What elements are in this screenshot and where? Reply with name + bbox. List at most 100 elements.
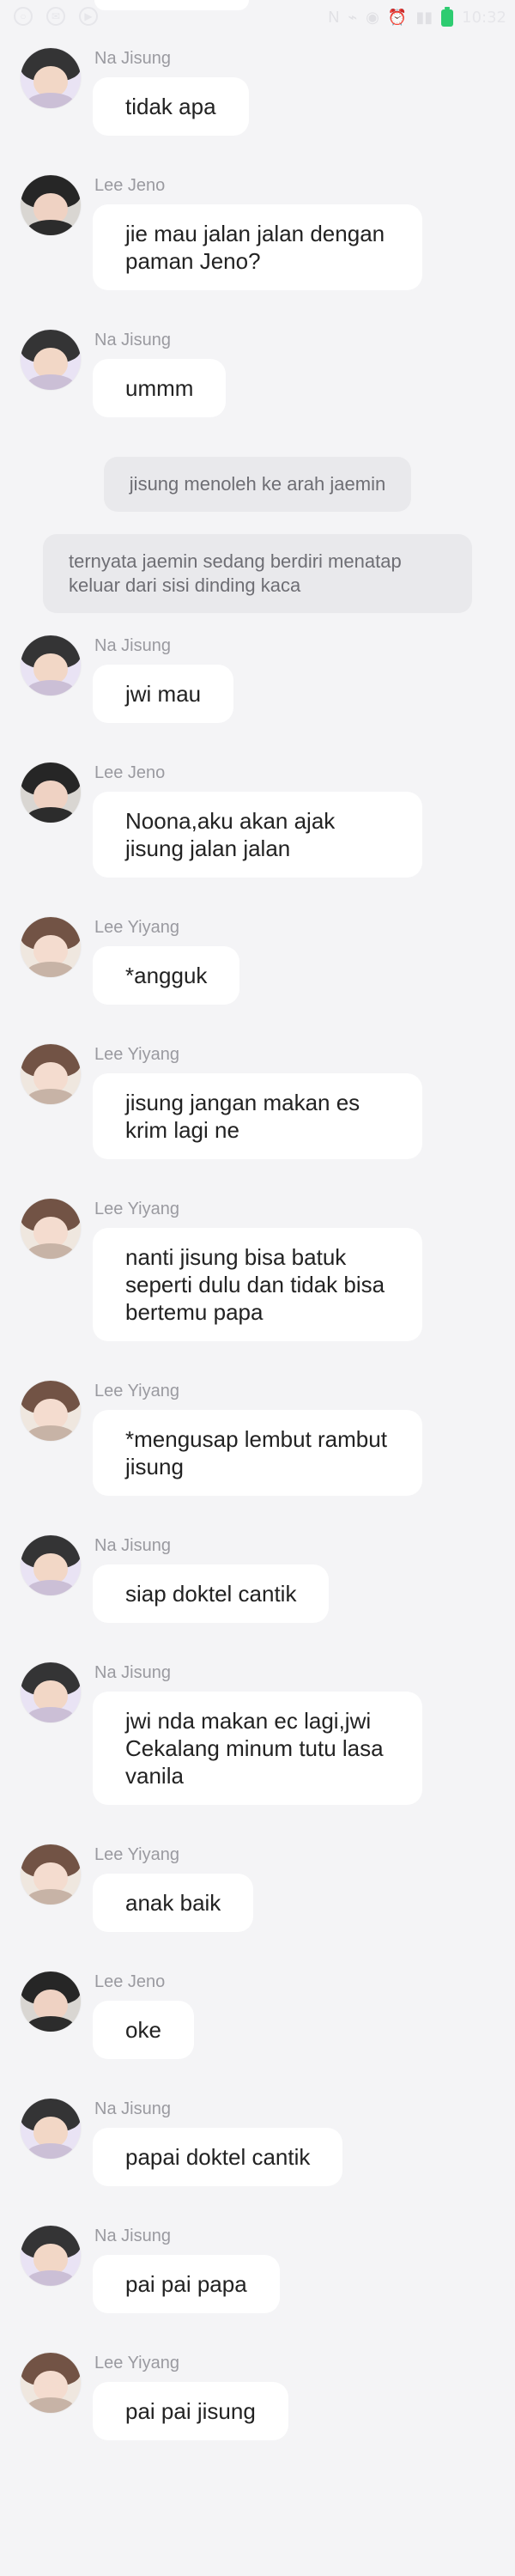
- chat-message: Na Jisung siap doktel cantik: [21, 1535, 494, 1623]
- message-content: Lee Yiyang *mengusap lembut rambut jisun…: [93, 1381, 422, 1496]
- chat-thread: Na Jisung tidak apa Lee Jeno jie mau jal…: [0, 48, 515, 2440]
- message-content: Na Jisung jwi mau: [93, 635, 234, 723]
- avatar[interactable]: [21, 2226, 81, 2286]
- avatar-shoulders: [27, 961, 75, 977]
- sender-name: Na Jisung: [94, 2099, 171, 2118]
- chat-message: Na Jisung jwi mau: [21, 635, 494, 723]
- avatar[interactable]: [21, 330, 81, 390]
- avatar[interactable]: [21, 1844, 81, 1905]
- message-content: Lee Jeno jie mau jalan jalan dengan pama…: [93, 175, 422, 290]
- avatar-shoulders: [27, 92, 75, 108]
- chat-message: Lee Yiyang pai pai jisung: [21, 2353, 494, 2440]
- avatar[interactable]: [21, 762, 81, 823]
- chat-message: Lee Yiyang nanti jisung bisa batuk seper…: [21, 1199, 494, 1341]
- avatar[interactable]: [21, 2353, 81, 2413]
- message-content: Lee Jeno oke: [93, 1971, 194, 2059]
- battery-icon: [441, 6, 454, 27]
- message-content: Lee Yiyang *angguk: [93, 917, 240, 1005]
- avatar[interactable]: [21, 1044, 81, 1104]
- avatar[interactable]: [21, 1199, 81, 1259]
- sender-name: Na Jisung: [94, 331, 171, 349]
- avatar-shoulders: [27, 1425, 75, 1441]
- status-bar: ○ ✉ ▶ N ⌁ ◉ ⏰ ▮▮ 10:32: [0, 0, 515, 34]
- message-content: Lee Yiyang pai pai jisung: [93, 2353, 288, 2440]
- message-content: Na Jisung jwi nda makan ec lagi,jwi Ceka…: [93, 1662, 422, 1805]
- message-content: Na Jisung tidak apa: [93, 48, 249, 136]
- sender-name: Lee Yiyang: [94, 2354, 179, 2372]
- message-bubble[interactable]: siap doktel cantik: [93, 1564, 330, 1623]
- clock-time: 10:32: [462, 9, 506, 27]
- message-content: Na Jisung siap doktel cantik: [93, 1535, 330, 1623]
- wifi-icon: ⌁: [348, 9, 358, 26]
- avatar-shoulders: [27, 219, 75, 235]
- avatar[interactable]: [21, 2099, 81, 2159]
- circle-icon: ○: [14, 7, 33, 26]
- message-content: Lee Yiyang nanti jisung bisa batuk seper…: [93, 1199, 422, 1341]
- message-bubble[interactable]: oke: [93, 2001, 194, 2059]
- avatar-shoulders: [27, 2015, 75, 2032]
- sender-name: Na Jisung: [94, 1663, 171, 1682]
- avatar[interactable]: [21, 175, 81, 235]
- avatar-shoulders: [27, 374, 75, 390]
- message-bubble[interactable]: jie mau jalan jalan dengan paman Jeno?: [93, 204, 422, 290]
- avatar[interactable]: [21, 48, 81, 108]
- avatar[interactable]: [21, 1971, 81, 2032]
- message-bubble[interactable]: jwi mau: [93, 665, 234, 723]
- sender-name: Na Jisung: [94, 1536, 171, 1555]
- sender-name: Lee Jeno: [94, 763, 166, 782]
- chat-message: Lee Yiyang *mengusap lembut rambut jisun…: [21, 1381, 494, 1496]
- message-bubble[interactable]: pai pai jisung: [93, 2382, 288, 2440]
- message-content: Na Jisung pai pai papa: [93, 2226, 280, 2313]
- message-content: Lee Yiyang anak baik: [93, 1844, 254, 1932]
- avatar-shoulders: [27, 1088, 75, 1104]
- narration-bubble: jisung menoleh ke arah jaemin: [103, 457, 412, 512]
- notification-icon: ◉: [366, 9, 379, 26]
- message-content: Lee Jeno Noona,aku akan ajak jisung jala…: [93, 762, 422, 878]
- message-bubble[interactable]: anak baik: [93, 1874, 254, 1932]
- nfc-icon: N: [328, 9, 340, 26]
- sender-name: Lee Yiyang: [94, 1382, 179, 1400]
- message-bubble[interactable]: papai doktel cantik: [93, 2128, 343, 2186]
- chat-message: Na Jisung papai doktel cantik: [21, 2099, 494, 2186]
- chat-message: Na Jisung ummm: [21, 330, 494, 417]
- message-bubble[interactable]: nanti jisung bisa batuk seperti dulu dan…: [93, 1228, 422, 1341]
- message-bubble[interactable]: jwi nda makan ec lagi,jwi Cekalang minum…: [93, 1692, 422, 1805]
- alarm-icon: ⏰: [387, 9, 408, 26]
- message-content: Na Jisung papai doktel cantik: [93, 2099, 343, 2186]
- message-bubble[interactable]: jisung jangan makan es krim lagi ne: [93, 1073, 422, 1159]
- message-icon: ✉: [46, 7, 65, 26]
- avatar-shoulders: [27, 2142, 75, 2159]
- avatar[interactable]: [21, 917, 81, 977]
- chat-message: Lee Jeno oke: [21, 1971, 494, 2059]
- chat-message: Lee Yiyang *angguk: [21, 917, 494, 1005]
- message-bubble[interactable]: tidak apa: [93, 77, 249, 136]
- message-bubble[interactable]: ummm: [93, 359, 227, 417]
- avatar-shoulders: [27, 1579, 75, 1595]
- sender-name: Lee Jeno: [94, 176, 166, 195]
- avatar[interactable]: [21, 635, 81, 696]
- sender-name: Lee Yiyang: [94, 1845, 179, 1864]
- message-bubble[interactable]: *mengusap lembut rambut jisung: [93, 1410, 422, 1496]
- avatar[interactable]: [21, 1381, 81, 1441]
- narration: ternyata jaemin sedang berdiri menatap k…: [21, 534, 494, 613]
- chat-message: Na Jisung jwi nda makan ec lagi,jwi Ceka…: [21, 1662, 494, 1805]
- narration-bubble: ternyata jaemin sedang berdiri menatap k…: [43, 534, 472, 613]
- chat-message: Lee Jeno jie mau jalan jalan dengan pama…: [21, 175, 494, 290]
- sender-name: Na Jisung: [94, 2227, 171, 2245]
- avatar-shoulders: [27, 1888, 75, 1905]
- sender-name: Lee Yiyang: [94, 1200, 179, 1218]
- avatar[interactable]: [21, 1662, 81, 1722]
- chat-message: Lee Yiyang jisung jangan makan es krim l…: [21, 1044, 494, 1159]
- message-bubble[interactable]: pai pai papa: [93, 2255, 280, 2313]
- avatar-shoulders: [27, 2269, 75, 2286]
- avatar-shoulders: [27, 679, 75, 696]
- message-content: Lee Yiyang jisung jangan makan es krim l…: [93, 1044, 422, 1159]
- avatar-shoulders: [27, 806, 75, 823]
- chat-message: Lee Yiyang anak baik: [21, 1844, 494, 1932]
- message-bubble[interactable]: *angguk: [93, 946, 240, 1005]
- chat-message: Na Jisung tidak apa: [21, 48, 494, 136]
- message-bubble[interactable]: Noona,aku akan ajak jisung jalan jalan: [93, 792, 422, 878]
- avatar[interactable]: [21, 1535, 81, 1595]
- sender-name: Na Jisung: [94, 49, 171, 68]
- status-right-icons: N ⌁ ◉ ⏰ ▮▮ 10:32: [328, 6, 506, 27]
